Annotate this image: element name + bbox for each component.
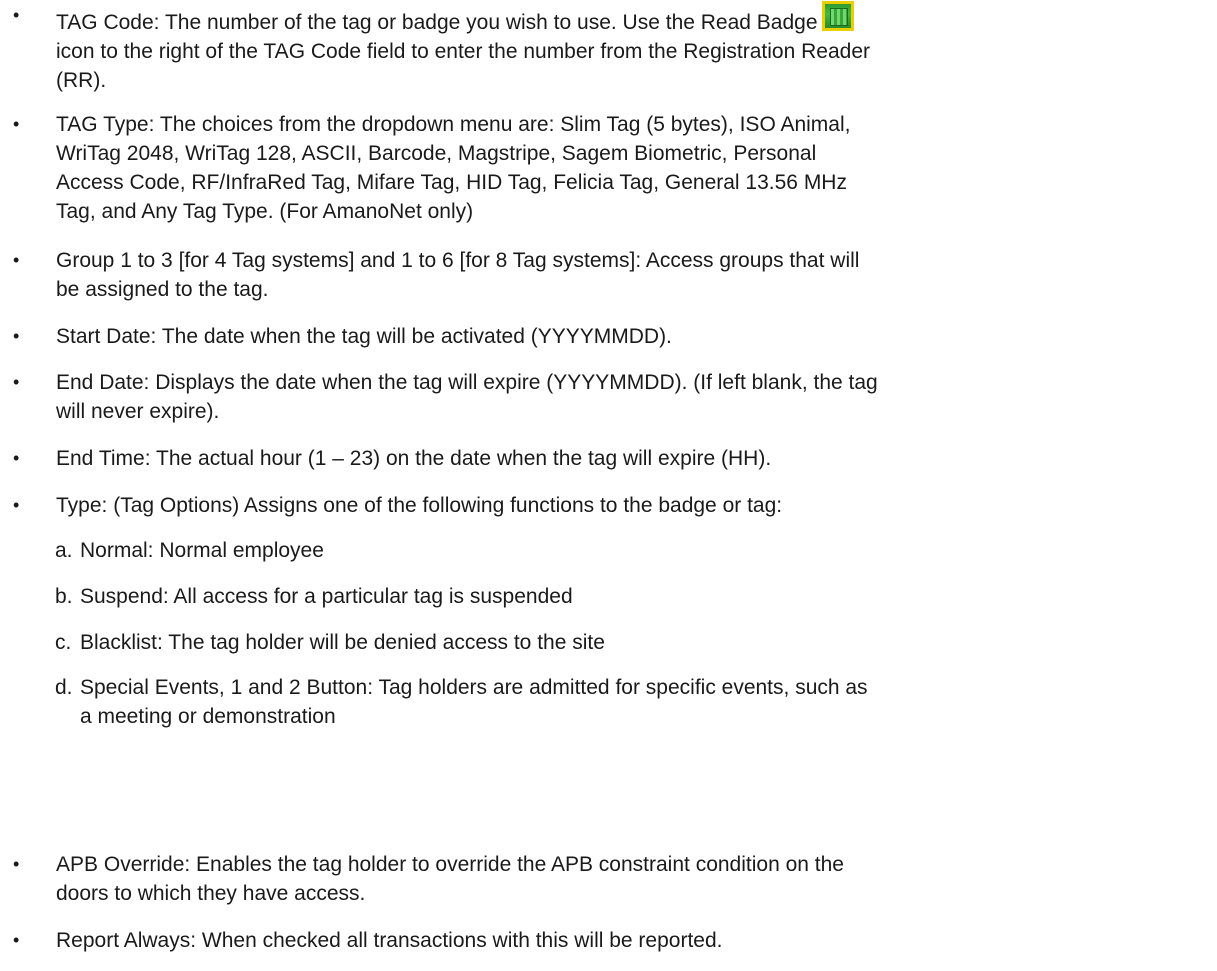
paragraph-line: will never expire). — [56, 400, 220, 423]
bullet-item-tag-code: • TAG Code: The number of the tag or bad… — [0, 1, 1217, 95]
paragraph-line: End Date: Displays the date when the tag… — [56, 371, 878, 394]
paragraph-line: End Time: The actual hour (1 – 23) on th… — [56, 447, 772, 470]
bullet-glyph: • — [13, 372, 20, 392]
paragraph-line: doors to which they have access. — [56, 882, 366, 905]
paragraph-line: Normal: Normal employee — [80, 539, 324, 562]
sub-item-marker: c. — [55, 631, 72, 654]
bullet-glyph: • — [13, 114, 20, 134]
bullet-glyph: • — [13, 448, 20, 468]
bullet-glyph: • — [13, 326, 20, 346]
bullet-glyph: • — [13, 930, 20, 950]
paragraph-line: Access Code, RF/InfraRed Tag, Mifare Tag… — [56, 171, 847, 194]
paragraph-line: be assigned to the tag. — [56, 278, 269, 301]
paragraph-line: Suspend: All access for a particular tag… — [80, 585, 573, 608]
paragraph-line: Report Always: When checked all transact… — [56, 929, 723, 952]
paragraph-line: Group 1 to 3 [for 4 Tag systems] and 1 t… — [56, 249, 860, 272]
bullet-item-end-date: • End Date: Displays the date when the t… — [0, 368, 1217, 426]
bullet-item-type: • Type: (Tag Options) Assigns one of the… — [0, 491, 1217, 520]
bullet-item-start-date: • Start Date: The date when the tag will… — [0, 322, 1217, 351]
paragraph-line: Tag, and Any Tag Type. (For AmanoNet onl… — [56, 200, 474, 223]
sub-item-special-events: d. Special Events, 1 and 2 Button: Tag h… — [0, 673, 890, 731]
bullet-glyph: • — [13, 854, 20, 874]
sub-item-blacklist: c. Blacklist: The tag holder will be den… — [0, 628, 627, 657]
bullet-item-apb-override: • APB Override: Enables the tag holder t… — [0, 850, 1217, 908]
bullet-item-group: • Group 1 to 3 [for 4 Tag systems] and 1… — [0, 246, 1217, 304]
sub-item-marker: a. — [55, 539, 73, 562]
paragraph-line: (RR). — [56, 69, 107, 92]
paragraph-line: Special Events, 1 and 2 Button: Tag hold… — [80, 676, 868, 699]
bullet-glyph: • — [13, 5, 20, 25]
bullet-glyph: • — [13, 250, 20, 270]
paragraph-line: WriTag 2048, WriTag 128, ASCII, Barcode,… — [56, 142, 817, 165]
bullet-item-report-always: • Report Always: When checked all transa… — [0, 926, 1217, 955]
bullet-glyph: • — [13, 495, 20, 515]
sub-item-marker: d. — [55, 676, 73, 699]
paragraph-line: a meeting or demonstration — [80, 705, 336, 728]
paragraph-line: TAG Type: The choices from the dropdown … — [56, 113, 851, 136]
sub-item-suspend: b. Suspend: All access for a particular … — [0, 582, 595, 611]
paragraph-line: Start Date: The date when the tag will b… — [56, 325, 672, 348]
read-badge-icon — [821, 1, 854, 31]
sub-item-normal: a. Normal: Normal employee — [0, 536, 346, 565]
paragraph-line: TAG Code: The number of the tag or badge… — [56, 1, 1195, 37]
paragraph-line: icon to the right of the TAG Code field … — [56, 40, 870, 63]
paragraph-line: APB Override: Enables the tag holder to … — [56, 853, 844, 876]
bullet-item-tag-type: • TAG Type: The choices from the dropdow… — [0, 110, 1217, 226]
paragraph-line: Blacklist: The tag holder will be denied… — [80, 631, 605, 654]
bullet-item-end-time: • End Time: The actual hour (1 – 23) on … — [0, 444, 1217, 473]
paragraph-line: Type: (Tag Options) Assigns one of the f… — [56, 494, 783, 517]
sub-item-marker: b. — [55, 585, 73, 608]
